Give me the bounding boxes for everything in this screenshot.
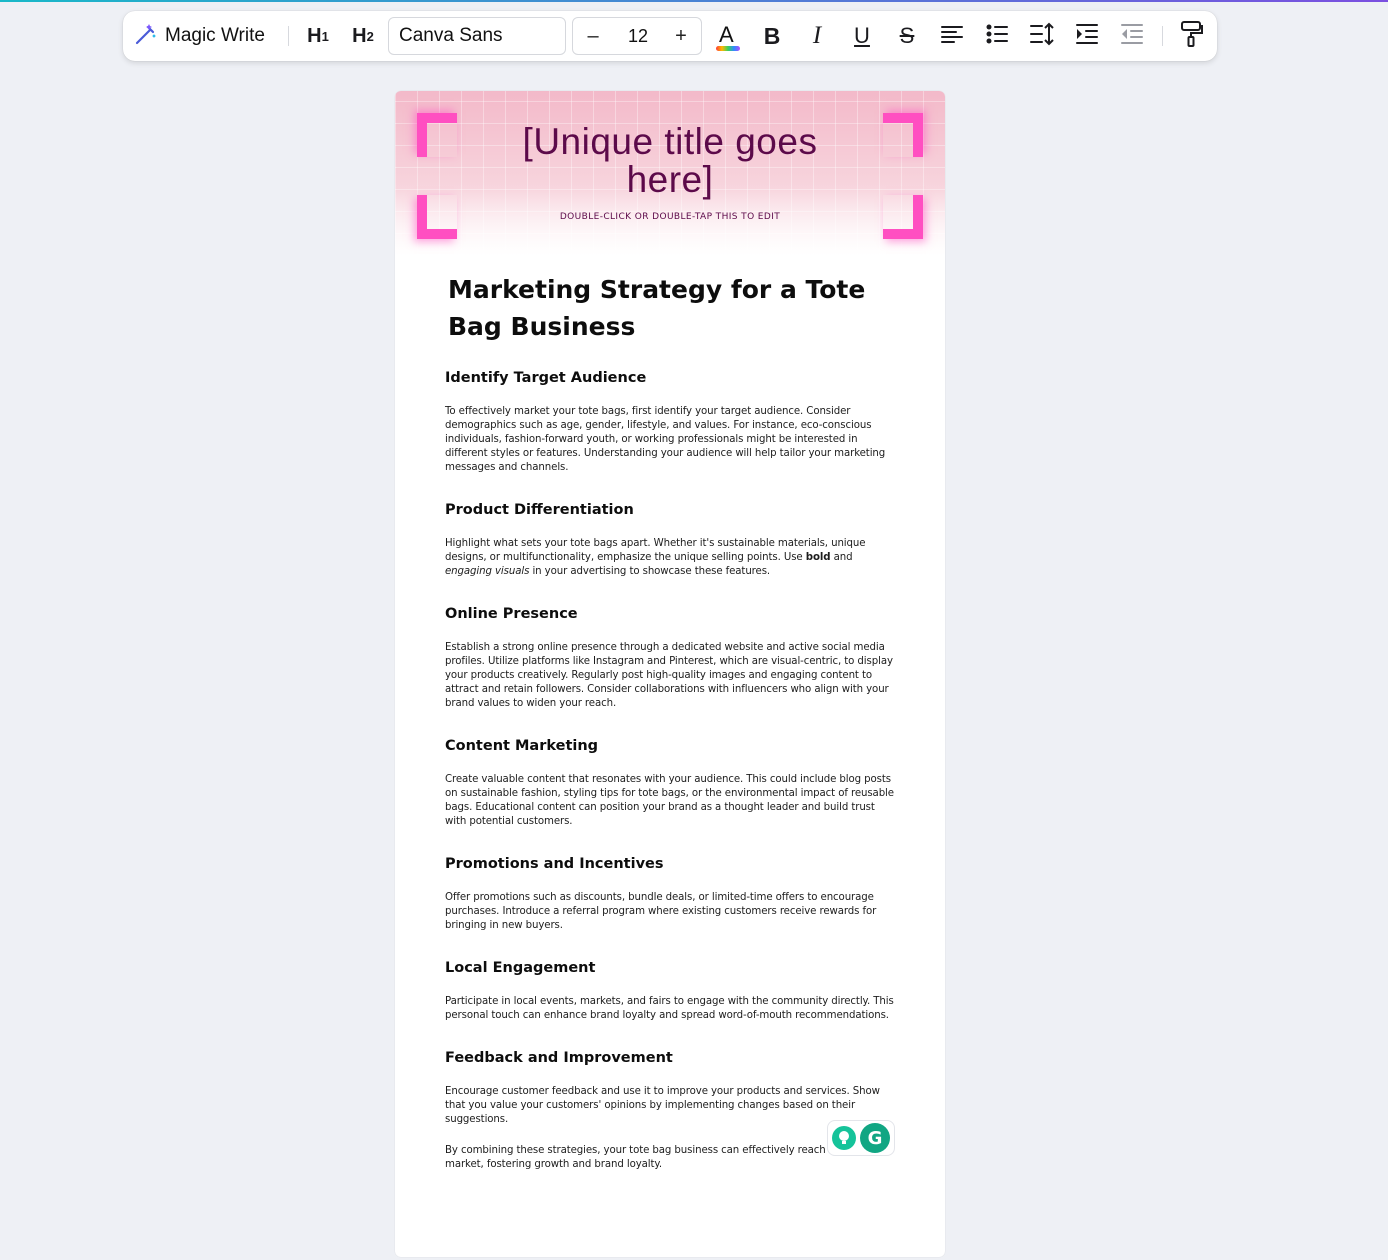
decrease-font-size-button[interactable]: – xyxy=(575,18,611,54)
align-left-icon xyxy=(940,24,964,48)
italic-icon: I xyxy=(812,22,822,49)
text-color-button[interactable]: A xyxy=(708,11,748,61)
line-spacing-icon xyxy=(1029,22,1055,50)
outdent-icon xyxy=(1120,23,1144,49)
align-left-button[interactable] xyxy=(932,11,972,61)
section-heading[interactable]: Feedback and Improvement xyxy=(445,1048,895,1068)
paragraph-text: and xyxy=(830,552,853,563)
banner-corner-decoration xyxy=(417,113,457,157)
banner-corner-decoration xyxy=(883,113,923,157)
increase-font-size-button[interactable]: + xyxy=(663,18,699,54)
strikethrough-icon: S xyxy=(899,23,915,48)
banner-title[interactable]: [Unique title goes here] xyxy=(485,123,855,199)
indent-icon xyxy=(1075,23,1099,49)
italic-text: engaging visuals xyxy=(445,566,530,577)
magic-wand-icon xyxy=(133,21,159,51)
grammarly-widget[interactable]: G xyxy=(827,1120,895,1156)
section-heading[interactable]: Identify Target Audience xyxy=(445,368,895,388)
line-spacing-button[interactable] xyxy=(1022,11,1062,61)
h2-label: H xyxy=(352,24,367,47)
font-size-input[interactable]: 12 xyxy=(611,18,665,54)
banner-subtitle: DOUBLE-CLICK OR DOUBLE-TAP THIS TO EDIT xyxy=(559,212,781,222)
section-paragraph[interactable]: Create valuable content that resonates w… xyxy=(445,773,895,829)
font-family-select[interactable]: Canva Sans xyxy=(388,17,566,55)
format-painter-icon xyxy=(1179,20,1203,52)
section-heading[interactable]: Promotions and Incentives xyxy=(445,854,895,874)
bold-icon: B xyxy=(763,22,781,49)
font-size-stepper: – 12 + xyxy=(572,17,702,55)
italic-button[interactable]: I xyxy=(797,11,837,61)
banner-corner-decoration xyxy=(883,195,923,239)
title-banner[interactable]: [Unique title goes here] DOUBLE-CLICK OR… xyxy=(395,91,945,256)
grammarly-logo-icon[interactable]: G xyxy=(860,1123,890,1153)
paragraph-text: Highlight what sets your tote bags apart… xyxy=(445,538,866,563)
bullet-list-button[interactable] xyxy=(977,11,1017,61)
h2-sub: 2 xyxy=(366,28,374,44)
document-title[interactable]: Marketing Strategy for a Tote Bag Busine… xyxy=(445,271,895,345)
underline-icon: U xyxy=(854,23,870,48)
h1-label: H xyxy=(307,24,322,47)
bold-button[interactable]: B xyxy=(752,11,792,61)
bold-text: bold xyxy=(805,552,831,563)
document-body[interactable]: Marketing Strategy for a Tote Bag Busine… xyxy=(445,271,895,1172)
grammarly-bulb-icon[interactable] xyxy=(832,1126,856,1150)
underline-button[interactable]: U xyxy=(842,11,882,61)
section-paragraph[interactable]: Participate in local events, markets, an… xyxy=(445,995,895,1023)
magic-write-button[interactable]: Magic Write xyxy=(133,11,273,61)
color-swatch xyxy=(716,46,740,51)
format-painter-button[interactable] xyxy=(1171,11,1211,61)
indent-button[interactable] xyxy=(1067,11,1107,61)
magic-write-label: Magic Write xyxy=(165,25,265,46)
text-color-letter: A xyxy=(719,22,734,47)
section-paragraph[interactable]: To effectively market your tote bags, fi… xyxy=(445,405,895,475)
section-heading[interactable]: Content Marketing xyxy=(445,736,895,756)
paragraph-text: in your advertising to showcase these fe… xyxy=(529,566,771,577)
text-toolbar: Magic Write H1 H2 Canva Sans – 12 + A B … xyxy=(123,11,1217,61)
document-page: [Unique title goes here] DOUBLE-CLICK OR… xyxy=(395,91,945,1257)
heading-1-button[interactable]: H1 xyxy=(300,11,336,61)
text-color-icon: A xyxy=(714,20,742,52)
heading-2-button[interactable]: H2 xyxy=(345,11,381,61)
banner-corner-decoration xyxy=(417,195,457,239)
section-paragraph[interactable]: Offer promotions such as discounts, bund… xyxy=(445,891,895,933)
section-paragraph[interactable]: Encourage customer feedback and use it t… xyxy=(445,1085,895,1127)
section-paragraph[interactable]: Establish a strong online presence throu… xyxy=(445,641,895,711)
outdent-button[interactable] xyxy=(1112,11,1152,61)
top-accent-line xyxy=(0,0,1388,2)
section-heading[interactable]: Local Engagement xyxy=(445,958,895,978)
section-heading[interactable]: Product Differentiation xyxy=(445,500,895,520)
toolbar-divider xyxy=(1162,26,1163,46)
h1-sub: 1 xyxy=(321,28,329,44)
section-heading[interactable]: Online Presence xyxy=(445,604,895,624)
toolbar-divider xyxy=(288,26,289,46)
font-family-value: Canva Sans xyxy=(399,25,503,46)
strikethrough-button[interactable]: S xyxy=(887,11,927,61)
section-paragraph[interactable]: Highlight what sets your tote bags apart… xyxy=(445,537,895,579)
bullet-list-icon xyxy=(985,23,1009,49)
